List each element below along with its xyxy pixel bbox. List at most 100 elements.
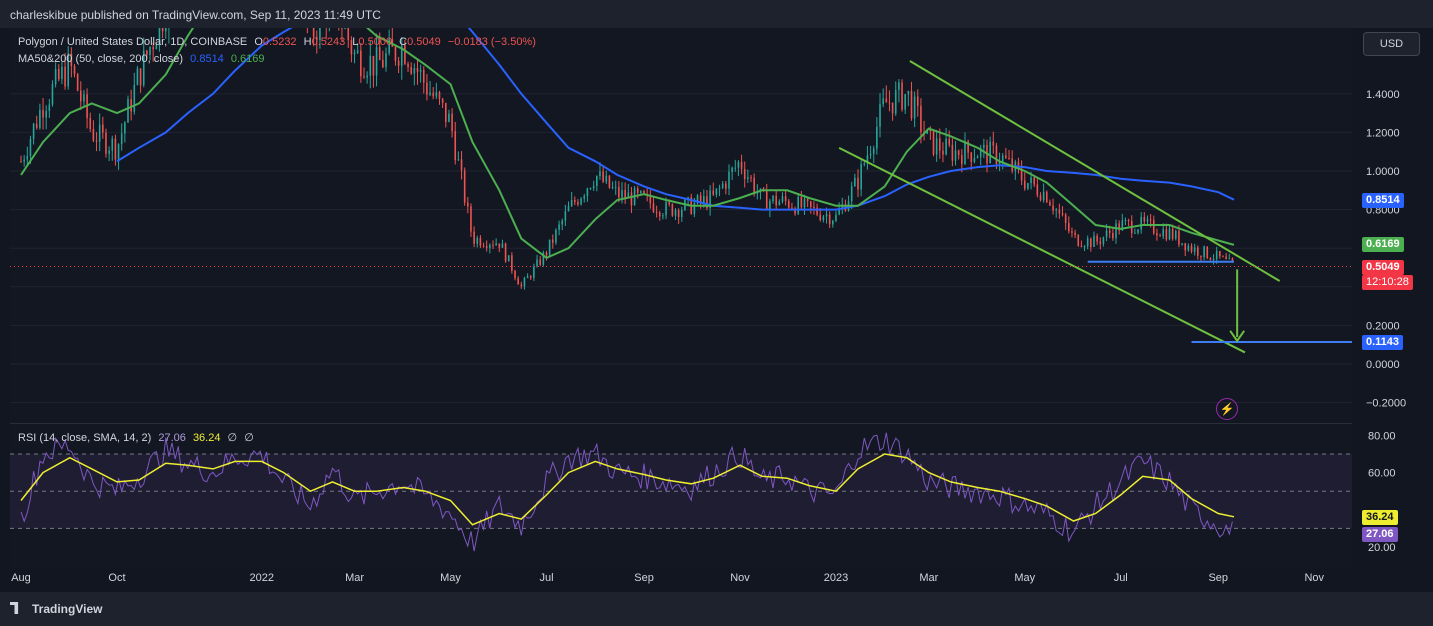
- candle-body: [164, 28, 167, 32]
- candle-body: [1203, 246, 1205, 258]
- candle-body: [1108, 230, 1111, 233]
- candle-body: [83, 94, 85, 102]
- time-axis-label: 2023: [824, 572, 848, 584]
- high-value: 0.5243: [311, 36, 346, 48]
- candle-body: [54, 69, 57, 85]
- candle-body: [1112, 232, 1114, 239]
- candle-body: [1137, 229, 1139, 233]
- currency-button[interactable]: USD: [1363, 32, 1420, 56]
- candle-body: [731, 167, 733, 172]
- candle-body: [1171, 228, 1174, 239]
- candle-body: [476, 237, 479, 244]
- candle-body: [42, 109, 44, 118]
- candle-body: [489, 244, 491, 248]
- candle-body: [662, 215, 664, 217]
- candle-body: [360, 50, 362, 77]
- candle-body: [545, 252, 548, 256]
- candle-body: [894, 90, 897, 114]
- candle-body: [621, 190, 623, 198]
- candle-body: [614, 186, 617, 188]
- candle-body: [1215, 251, 1218, 260]
- time-axis-label: Jul: [539, 572, 553, 584]
- candle-body: [1152, 220, 1155, 234]
- candle-body: [1080, 245, 1083, 247]
- candle-body: [699, 195, 702, 203]
- candle-body: [1115, 223, 1117, 239]
- price-axis-label: 0.2000: [1366, 320, 1400, 332]
- candle-body: [438, 92, 441, 99]
- candle-body: [1193, 247, 1196, 252]
- candle-body: [460, 159, 463, 171]
- symbol-label[interactable]: Polygon / United States Dollar, 1D, COIN…: [18, 36, 247, 48]
- candle-body: [35, 123, 38, 128]
- candle-body: [592, 186, 595, 189]
- candle-body: [32, 123, 35, 139]
- time-axis-label: May: [440, 572, 461, 584]
- candle-body: [375, 47, 378, 76]
- candle-body: [1174, 230, 1177, 239]
- candle-body: [130, 99, 132, 112]
- candle-body: [1086, 238, 1089, 247]
- candle-body: [602, 171, 604, 182]
- candle-body: [1212, 259, 1215, 261]
- candle-body: [64, 66, 66, 87]
- candle-body: [1071, 231, 1073, 233]
- candle-body: [677, 210, 680, 217]
- candle-body: [1140, 216, 1142, 230]
- rsi-indicator-label[interactable]: RSI (14, close, SMA, 14, 2): [18, 432, 151, 444]
- candle-body: [372, 55, 375, 76]
- candle-body: [57, 69, 60, 80]
- candle-body: [1124, 219, 1127, 221]
- open-value: 0.5232: [262, 36, 297, 48]
- candle-body: [297, 0, 299, 1]
- chart-svg[interactable]: 1.40001.20001.00000.80000.20000.0000−0.2…: [0, 0, 1433, 626]
- candle-body: [891, 102, 894, 114]
- ma-indicator-label[interactable]: MA50&200 (50, close, 200, close): [18, 53, 183, 65]
- candle-body: [728, 171, 730, 189]
- candle-body: [888, 102, 891, 104]
- lightning-icon[interactable]: ⚡: [1216, 398, 1238, 420]
- candle-body: [523, 278, 526, 287]
- tradingview-logo[interactable]: TradingView: [10, 602, 102, 616]
- candle-body: [1206, 246, 1209, 259]
- candle-body: [1168, 228, 1171, 240]
- candle-body: [1058, 209, 1061, 214]
- ma-legend: MA50&200 (50, close, 200, close) 0.8514 …: [18, 53, 269, 65]
- ma50-price-badge: 0.6169: [1362, 237, 1404, 252]
- candle-body: [885, 98, 888, 103]
- candle-body: [1033, 177, 1035, 185]
- candle-body: [1061, 213, 1064, 215]
- candle-body: [1049, 202, 1051, 206]
- candle-body: [819, 214, 822, 221]
- candle-body: [715, 188, 718, 195]
- candle-body: [1209, 258, 1212, 260]
- candle-body: [114, 138, 117, 160]
- candle-body: [872, 148, 875, 154]
- candle-body: [1228, 258, 1231, 260]
- time-axis-label: May: [1014, 572, 1035, 584]
- candle-body: [325, 9, 327, 23]
- candle-body: [570, 200, 573, 207]
- candle-body: [426, 82, 428, 95]
- tradingview-icon: [10, 602, 28, 614]
- candle-body: [558, 224, 560, 230]
- rsi-ma-legend-value: 36.24: [192, 432, 221, 444]
- candle-body: [310, 18, 312, 21]
- candle-body: [536, 259, 538, 267]
- candle-body: [624, 190, 626, 198]
- candle-body: [507, 255, 510, 262]
- rsi-pane: [10, 432, 1352, 552]
- candle-body: [791, 207, 793, 209]
- candle-body: [76, 74, 79, 91]
- candle-body: [307, 1, 309, 21]
- candle-body: [184, 0, 186, 2]
- candle-body: [479, 237, 482, 246]
- price-axis-label: 1.2000: [1366, 127, 1400, 139]
- candle-body: [1023, 180, 1026, 189]
- last-price-badge: 0.5049: [1362, 260, 1404, 275]
- candle-body: [120, 133, 123, 145]
- candle-body: [181, 2, 183, 14]
- candle-body: [961, 155, 963, 165]
- candle-body: [514, 270, 516, 279]
- time-axis-label: Nov: [730, 572, 750, 584]
